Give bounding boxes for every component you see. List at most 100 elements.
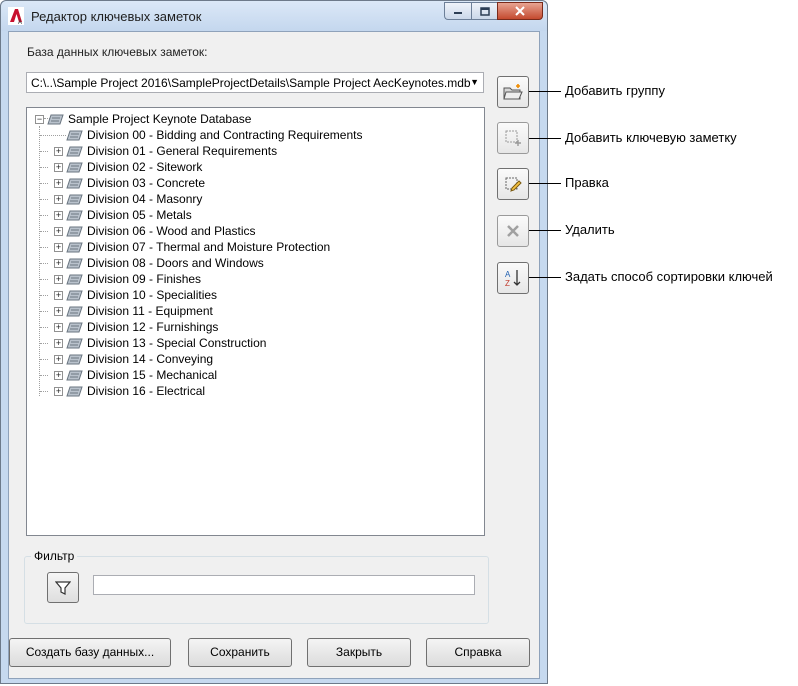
tree-item-label: Division 02 - Sitework xyxy=(87,160,203,174)
filter-button[interactable] xyxy=(47,572,79,603)
division-icon xyxy=(66,178,83,189)
expand-icon[interactable]: + xyxy=(54,210,63,220)
expand-icon[interactable]: + xyxy=(54,274,63,284)
tree-guide-line xyxy=(40,279,48,280)
division-icon xyxy=(66,242,83,253)
tree-guide-line xyxy=(40,151,48,152)
division-icon xyxy=(66,290,83,301)
keynote-tree[interactable]: − Sample Project Keynote Database Divisi… xyxy=(26,107,485,536)
add-keynote-button[interactable] xyxy=(497,122,529,154)
expand-icon[interactable]: + xyxy=(54,338,63,348)
tree-item[interactable]: + Division 08 - Doors and Windows xyxy=(54,255,264,271)
sort-button[interactable]: A Z xyxy=(497,262,529,294)
tree-item[interactable]: + Division 03 - Concrete xyxy=(54,175,205,191)
add-group-button[interactable] xyxy=(497,76,529,108)
tree-root-label: Sample Project Keynote Database xyxy=(68,112,252,126)
filter-input[interactable] xyxy=(93,575,475,595)
division-icon xyxy=(66,130,83,141)
edit-button[interactable] xyxy=(497,168,529,200)
close-window-button[interactable] xyxy=(497,2,543,20)
tree-item-label: Division 12 - Furnishings xyxy=(87,320,219,334)
tree-guide-line xyxy=(40,327,48,328)
svg-text:Z: Z xyxy=(505,279,510,288)
keynote-editor-window: A Редактор ключевых заметок База данных … xyxy=(0,0,548,684)
tree-item[interactable]: + Division 05 - Metals xyxy=(54,207,192,223)
tree-item[interactable]: + Division 10 - Specialities xyxy=(54,287,217,303)
division-icon xyxy=(66,386,83,397)
division-icon xyxy=(66,258,83,269)
expand-icon[interactable]: + xyxy=(54,242,63,252)
tree-item[interactable]: + Division 15 - Mechanical xyxy=(54,367,217,383)
database-icon xyxy=(47,114,64,125)
expand-icon[interactable]: + xyxy=(54,322,63,332)
tree-item[interactable]: + Division 07 - Thermal and Moisture Prot… xyxy=(54,239,330,255)
delete-button[interactable] xyxy=(497,215,529,247)
tree-guide-line xyxy=(40,343,48,344)
expand-icon[interactable]: + xyxy=(54,194,63,204)
expand-icon[interactable]: + xyxy=(54,162,63,172)
tree-item-label: Division 07 - Thermal and Moisture Prote… xyxy=(87,240,331,254)
expand-icon[interactable]: + xyxy=(54,290,63,300)
tree-root[interactable]: − Sample Project Keynote Database xyxy=(35,111,251,127)
tree-guide-line xyxy=(40,375,48,376)
minimize-icon xyxy=(454,12,462,14)
callout-add-group: Добавить группу xyxy=(565,83,665,98)
division-icon xyxy=(66,370,83,381)
maximize-icon xyxy=(479,6,490,16)
callout-line xyxy=(529,138,561,139)
division-icon xyxy=(66,210,83,221)
folder-add-icon xyxy=(503,84,523,100)
save-button[interactable]: Сохранить xyxy=(188,638,292,667)
expand-icon[interactable]: + xyxy=(54,226,63,236)
tree-item-label: Division 01 - General Requirements xyxy=(87,144,278,158)
expand-icon[interactable]: + xyxy=(54,146,63,156)
close-button[interactable]: Закрыть xyxy=(307,638,411,667)
tree-guide-line xyxy=(40,215,48,216)
collapse-icon[interactable]: − xyxy=(35,114,44,124)
tree-item[interactable]: + Division 12 - Furnishings xyxy=(54,319,218,335)
create-database-button[interactable]: Создать базу данных... xyxy=(9,638,171,667)
callout-line xyxy=(529,230,561,231)
tree-item[interactable]: + Division 14 - Conveying xyxy=(54,351,213,367)
tree-item[interactable]: + Division 01 - General Requirements xyxy=(54,143,277,159)
help-button[interactable]: Справка xyxy=(426,638,530,667)
tree-item-label: Division 05 - Metals xyxy=(87,208,192,222)
tree-item-label: Division 06 - Wood and Plastics xyxy=(87,224,256,238)
database-combobox[interactable]: C:\..\Sample Project 2016\SampleProjectD… xyxy=(26,72,484,93)
expand-icon[interactable]: + xyxy=(54,370,63,380)
tree-item-label: Division 08 - Doors and Windows xyxy=(87,256,264,270)
division-icon xyxy=(66,162,83,173)
tree-item-label: Division 09 - Finishes xyxy=(87,272,202,286)
expand-icon[interactable]: + xyxy=(54,386,63,396)
tree-item-label: Division 16 - Electrical xyxy=(87,384,206,398)
callout-delete: Удалить xyxy=(565,222,615,237)
tree-item[interactable]: + Division 11 - Equipment xyxy=(54,303,213,319)
expand-icon[interactable]: + xyxy=(54,258,63,268)
expand-icon[interactable]: + xyxy=(54,354,63,364)
expand-icon[interactable]: + xyxy=(54,306,63,316)
tree-item-label: Division 00 - Bidding and Contracting Re… xyxy=(87,128,363,142)
tree-item[interactable]: + Division 09 - Finishes xyxy=(54,271,201,287)
tree-guide-line xyxy=(40,295,48,296)
close-icon xyxy=(515,6,525,16)
tree-guide-line xyxy=(40,167,48,168)
tree-item[interactable]: + Division 16 - Electrical xyxy=(54,383,205,399)
maximize-button[interactable] xyxy=(471,2,497,20)
tree-item[interactable]: + Division 02 - Sitework xyxy=(54,159,202,175)
tree-item[interactable]: + Division 04 - Masonry xyxy=(54,191,202,207)
database-path: C:\..\Sample Project 2016\SampleProjectD… xyxy=(31,76,471,90)
division-icon xyxy=(66,354,83,365)
tree-item[interactable]: Division 00 - Bidding and Contracting Re… xyxy=(54,127,362,143)
callout-sort: Задать способ сортировки ключей xyxy=(565,269,773,284)
add-keynote-icon xyxy=(505,130,521,146)
tree-guide-line xyxy=(40,391,48,392)
expand-icon[interactable]: + xyxy=(54,178,63,188)
tree-guide-line xyxy=(40,359,48,360)
title-bar[interactable]: A Редактор ключевых заметок xyxy=(1,1,547,31)
tree-item[interactable]: + Division 13 - Special Construction xyxy=(54,335,266,351)
chevron-down-icon[interactable]: ▼ xyxy=(470,77,479,87)
minimize-button[interactable] xyxy=(444,2,471,20)
tree-item[interactable]: + Division 06 - Wood and Plastics xyxy=(54,223,256,239)
pencil-icon xyxy=(505,177,522,192)
division-icon xyxy=(66,274,83,285)
